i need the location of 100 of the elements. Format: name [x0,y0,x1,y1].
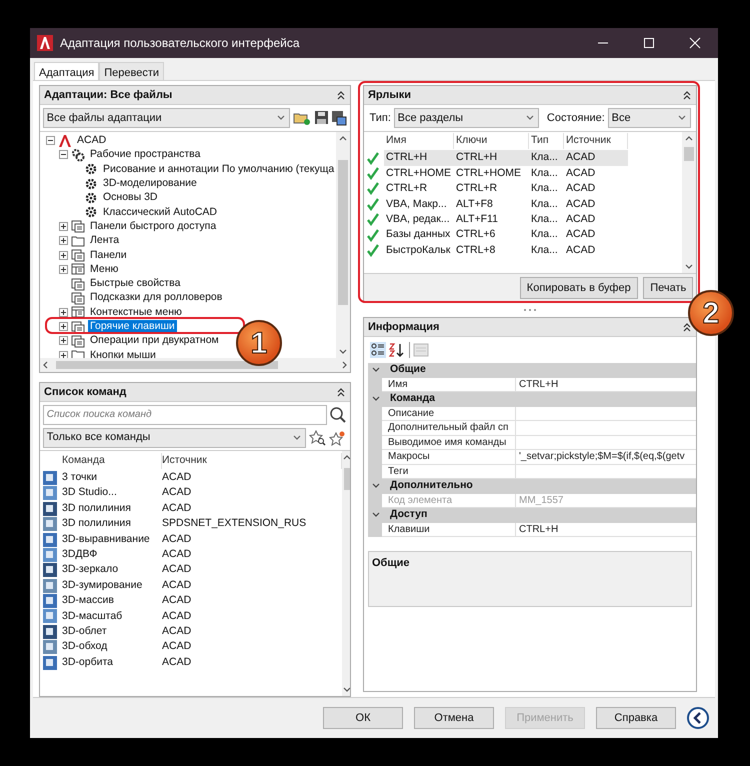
expander-icon[interactable] [59,150,70,160]
chevron-down-icon[interactable] [524,113,535,122]
tree-item[interactable]: Операции при двукратном [88,334,221,348]
splitter-handle-icon[interactable] [522,308,538,312]
table-row[interactable]: VBA, Макр... ALT+F8 Кла... ACAD [384,196,628,212]
tree-item[interactable]: Подсказки для ролловеров [88,291,224,304]
tree-item[interactable]: Контекстные меню [88,306,184,319]
expander-icon[interactable] [59,350,70,358]
tree-item[interactable]: ACAD [75,134,108,148]
expander-icon[interactable] [59,236,70,246]
gear-icon [84,176,98,191]
dialog-button[interactable]: ОК [323,706,403,730]
tree-item[interactable]: Панели быстрого доступа [88,220,218,233]
maximize-icon[interactable] [641,37,657,49]
search-field[interactable]: Список поиска команд [42,404,326,425]
tree-item[interactable]: Классический AutoCAD [101,206,220,219]
sort-alphabetical-icon[interactable] [388,342,406,358]
scrollbar[interactable] [336,132,350,358]
expander-icon[interactable] [46,136,57,146]
expander-icon[interactable] [59,222,70,231]
back-button-icon[interactable] [687,707,709,729]
scroll-thumb[interactable] [338,160,348,306]
table-cell-text: CTRL+H [385,150,428,166]
dialog-button[interactable]: Отмена [414,706,494,730]
table-row[interactable]: CTRL+R CTRL+R Кла... ACAD [384,181,628,197]
expander-icon[interactable] [59,322,70,331]
table-cell-text: SPDSNET_EXTENSION_RUS [162,516,306,532]
categorized-icon[interactable] [370,342,386,358]
expander-icon[interactable] [59,250,70,260]
table-cell-text: VBA, редак... [385,212,451,227]
table-row[interactable]: VBA, редак... ALT+F11 Кла... ACAD [384,212,628,228]
tree-item[interactable]: Кнопки мыши [88,348,158,358]
chevron-down-icon[interactable] [676,113,686,122]
chevron-down-icon[interactable] [276,113,286,122]
table-row[interactable]: CTRL+HOME CTRL+HOME Кла... ACAD [384,166,628,182]
column-header[interactable]: Команда [62,452,162,469]
tree-item[interactable]: 3D-моделирование [101,177,199,190]
property-name: Описание [382,406,516,421]
scroll-thumb[interactable] [344,468,350,490]
copy-button[interactable]: Копировать в буфер [520,276,638,300]
expander-icon[interactable] [59,336,70,346]
table-cell-text: 3 точки [62,470,98,486]
app-logo-icon [37,35,53,51]
column-header[interactable]: Ключи [454,133,529,149]
table-cell-text: Кла... [530,150,559,166]
star-search-icon[interactable] [308,430,326,446]
tab[interactable]: Адаптация [34,62,100,80]
table-cell-text: ACAD [565,242,596,258]
table-cell-text: ALT+F11 [455,212,499,227]
collapse-icon[interactable] [682,90,692,100]
property-value[interactable]: CTRL+H [516,522,696,537]
table-cell-text: 3D-выравнивание [62,532,151,547]
table-cell-text: 3D-обход [62,639,108,654]
collapse-icon[interactable] [336,387,346,397]
tree-item[interactable]: Быстрые свойства [88,277,182,290]
print-button[interactable]: Печать [643,276,694,300]
scrollbar[interactable] [342,451,350,696]
table-cell-text: Кла... [530,212,559,227]
expander-icon[interactable] [59,264,70,274]
command-filter-dropdown[interactable]: Только все команды [42,428,306,448]
save-as-icon[interactable] [331,110,348,126]
table-row[interactable]: CTRL+H CTRL+H Кла... ACAD [384,150,628,166]
tree-item[interactable]: Горячие клавиши [88,320,177,333]
star-new-icon[interactable] [329,430,348,446]
property-value[interactable]: '_setvar;pickstyle;$M=$(if,$(eq,$(getv [516,450,696,464]
table-cell-text: 3D-облет [62,624,108,639]
scroll-thumb[interactable] [684,147,694,162]
table-row[interactable]: БыстроКальк CTRL+8 Кла... ACAD [384,242,628,258]
tree-item[interactable]: Рабочие пространства [88,148,202,162]
property-name: Макросы [382,450,516,464]
command-icon [42,609,58,624]
type-dropdown[interactable]: Все разделы [394,108,539,128]
collapse-icon[interactable] [682,322,692,332]
file-filter-dropdown[interactable]: Все файлы адаптации [42,108,290,128]
save-icon[interactable] [314,110,328,126]
column-header[interactable]: Имя [384,133,454,149]
column-header[interactable]: Тип [529,133,564,149]
tree-item[interactable]: Рисование и аннотации По умолчанию (текуща [101,162,336,176]
state-dropdown[interactable]: Все [608,108,690,128]
expander-icon[interactable] [59,308,70,317]
table-cell-text: ACAD [162,547,192,562]
tree-item[interactable]: Основы 3D [101,191,160,204]
table-cell-text: ACAD [162,470,192,486]
scrollbar[interactable] [40,358,350,372]
tab[interactable]: Перевести [99,62,164,80]
gear-icon [84,190,98,205]
panel-icon [71,334,85,348]
tree-item[interactable]: Панели [88,248,129,262]
column-header[interactable]: Источник [564,133,628,149]
close-icon[interactable] [687,37,703,49]
chevron-down-icon[interactable] [292,433,302,442]
table-cell-text: Базы данных [385,227,452,242]
scrollbar[interactable] [682,132,696,273]
table-row[interactable]: Базы данных CTRL+6 Кла... ACAD [384,227,628,244]
command-icon [42,640,58,654]
tree-item[interactable]: Меню [88,262,120,276]
dialog-button[interactable]: Справка [596,706,676,730]
collapse-icon[interactable] [336,90,346,100]
search-icon[interactable] [329,406,348,424]
tree-item[interactable]: Лента [88,234,122,248]
